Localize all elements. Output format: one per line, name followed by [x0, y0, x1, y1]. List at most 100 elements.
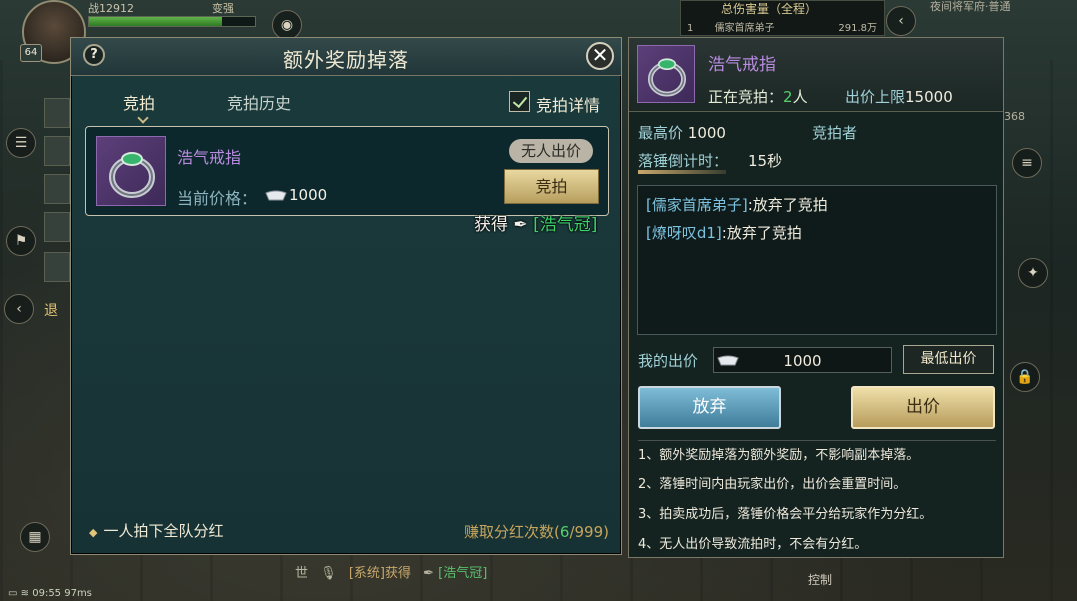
damage-value: 291.8万 — [838, 23, 877, 34]
exit-button[interactable]: 退 — [44, 300, 58, 320]
countdown-value: 15秒 — [748, 152, 783, 170]
bidding-label: 正在竞拍： — [708, 88, 784, 106]
tab-auction-history[interactable]: 竞拍历史 — [227, 90, 291, 114]
player-level-badge: 64 — [20, 44, 42, 62]
skill-slot-1[interactable] — [44, 98, 70, 128]
bid-button[interactable]: 竞拍 — [504, 169, 599, 204]
tab-auction[interactable]: 竞拍 — [123, 90, 155, 114]
team-dividend-text: 一人拍下全队分红 — [103, 522, 224, 540]
bidding-unit: 人 — [792, 88, 808, 106]
wifi-icon: ≋ — [20, 588, 30, 599]
damage-panel-title: 总伤害量（全程） — [721, 2, 818, 16]
extra-reward-auction-panel: ? 额外奖励掉落 ✕ 竞拍 竞拍历史 竞拍详情 浩气戒指 当前价格： 1000 … — [70, 37, 622, 555]
skill-slot-3[interactable] — [44, 174, 70, 204]
obtain-notification: 获得 ✒ [浩气冠] — [474, 210, 597, 235]
highest-price-label: 最高价 — [638, 124, 684, 142]
control-button-label[interactable]: 控制 — [808, 571, 832, 588]
chat-item-link[interactable]: [浩气冠] — [438, 566, 487, 581]
details-checkbox[interactable] — [509, 91, 530, 112]
damage-row: 1 儒家首席弟子 291.8万 — [687, 19, 877, 34]
device-status-bar: ▭ ≋ 09:55 97ms — [8, 588, 92, 599]
player-hp-bar — [88, 16, 256, 27]
bid-limit-value: 15000 — [905, 88, 953, 106]
place-bid-button[interactable]: 出价 — [851, 386, 995, 429]
rules-divider — [638, 440, 996, 441]
chat-system-prefix: [系统]获得 — [348, 566, 411, 581]
hp-bar-fill — [89, 17, 222, 26]
my-bid-value: 1000 — [783, 352, 822, 370]
no-bid-status-badge: 无人出价 — [509, 139, 593, 163]
item-name: 浩气戒指 — [177, 148, 242, 167]
detail-item-name: 浩气戒指 — [708, 55, 776, 75]
rule-line: 1、额外奖励掉落为额外奖励，不影响副本掉落。 — [638, 448, 920, 463]
log-entry: [燎呀叹d1]:放弃了竞拍 — [646, 222, 802, 243]
buff-icon[interactable]: ◉ — [272, 10, 302, 40]
team-dividend-note: ◆ 一人拍下全队分红 — [89, 520, 223, 541]
current-price-value: 1000 — [289, 186, 328, 204]
countdown-label: 落锤倒计时： — [638, 152, 729, 170]
auction-detail-panel: 浩气戒指 正在竞拍：2人 出价上限15000 最高价 1000 竞拍者 落锤倒计… — [628, 37, 1004, 558]
skill-slot-5[interactable] — [44, 252, 70, 282]
ring-item-icon[interactable] — [637, 45, 695, 103]
ring-item-icon[interactable] — [96, 136, 166, 206]
skill-slot-4[interactable] — [44, 212, 70, 242]
dungeon-location-text: 夜间将军府·普通 — [930, 0, 1011, 13]
feather-icon: ✒ — [423, 566, 435, 581]
bid-limit: 出价上限15000 — [845, 86, 953, 107]
auction-item-row[interactable]: 浩气戒指 当前价格： 1000 无人出价 竞拍 — [85, 126, 609, 216]
flag-icon[interactable]: ⚑ — [6, 226, 36, 256]
hamburger-menu-icon[interactable]: ≡ — [1012, 148, 1042, 178]
quest-icon[interactable]: ✦ — [1018, 258, 1048, 288]
panel-header: ? 额外奖励掉落 ✕ — [71, 38, 621, 76]
bid-log[interactable]: [儒家首席弟子]:放弃了竞拍 [燎呀叹d1]:放弃了竞拍 — [637, 185, 997, 335]
bidding-count-value: 2 — [783, 88, 793, 106]
panel-title: 额外奖励掉落 — [283, 48, 409, 72]
give-up-button[interactable]: 放弃 — [638, 386, 781, 429]
log-text: :放弃了竞拍 — [747, 196, 828, 214]
bidder-label: 竞拍者 — [812, 124, 858, 142]
lock-icon[interactable]: 🔒 — [1010, 362, 1040, 392]
chat-channel: 世 — [295, 566, 309, 581]
highest-price: 最高价 1000 — [638, 122, 726, 143]
damage-player-name: 儒家首席弟子 — [714, 23, 775, 34]
dividend-close-paren: ) — [603, 523, 609, 541]
time-latency-text: 09:55 97ms — [32, 588, 92, 599]
back-arrow-icon[interactable]: ‹ — [4, 294, 34, 324]
obtain-prefix: 获得 — [474, 215, 508, 235]
combat-power-text: 战12912 — [88, 2, 134, 15]
my-bid-input[interactable]: 1000 — [713, 347, 892, 373]
close-button[interactable]: ✕ — [586, 42, 614, 70]
log-player-name[interactable]: [燎呀叹d1] — [646, 224, 722, 242]
chat-icon[interactable]: ☰ — [6, 128, 36, 158]
rule-line: 2、落锤时间内由玩家出价，出价会重置时间。 — [638, 477, 907, 492]
auction-details-toggle[interactable]: 竞拍详情 — [509, 91, 609, 115]
log-player-name[interactable]: [儒家首席弟子] — [646, 196, 748, 214]
silver-ingot-icon — [265, 190, 287, 201]
skill-slot-2[interactable] — [44, 136, 70, 166]
log-entry: [儒家首席弟子]:放弃了竞拍 — [646, 194, 828, 215]
menu-grid-icon[interactable]: ▦ — [20, 522, 50, 552]
rule-line: 3、拍卖成功后，落锤价格会平分给玩家作为分红。 — [638, 507, 933, 522]
battery-icon: ▭ — [8, 588, 18, 599]
detail-header: 浩气戒指 正在竞拍：2人 出价上限15000 — [629, 38, 1003, 112]
damage-rank: 1 — [687, 23, 694, 34]
damage-ranking-panel[interactable]: 总伤害量（全程） 1 儒家首席弟子 291.8万 — [680, 0, 885, 36]
rule-line: 4、无人出价导致流拍时，不会有分红。 — [638, 537, 868, 552]
chat-bar[interactable]: 世 🎙 [系统]获得 ✒ [浩气冠] — [295, 562, 615, 584]
current-price-label: 当前价格： — [177, 189, 258, 208]
upgrade-link[interactable]: 变强 — [212, 0, 234, 16]
dividend-count-current: 6 — [559, 523, 570, 541]
dividend-count: 赚取分红次数(6/999) — [464, 521, 609, 542]
highest-price-value: 1000 — [687, 124, 726, 142]
mic-icon[interactable]: 🎙 — [320, 566, 337, 581]
details-checkbox-label: 竞拍详情 — [536, 96, 601, 115]
log-text: :放弃了竞拍 — [721, 224, 802, 242]
minimum-bid-button[interactable]: 最低出价 — [903, 345, 994, 374]
side-number-text: 368 — [1004, 110, 1025, 123]
collapse-panel-button[interactable]: ‹ — [886, 6, 916, 36]
obtained-item-name: [浩气冠] — [533, 215, 598, 235]
diamond-bullet-icon: ◆ — [89, 526, 98, 539]
my-bid-label: 我的出价 — [638, 352, 699, 370]
dividend-count-label: 赚取分红次数 — [464, 523, 555, 541]
feather-icon: ✒ — [513, 215, 528, 235]
